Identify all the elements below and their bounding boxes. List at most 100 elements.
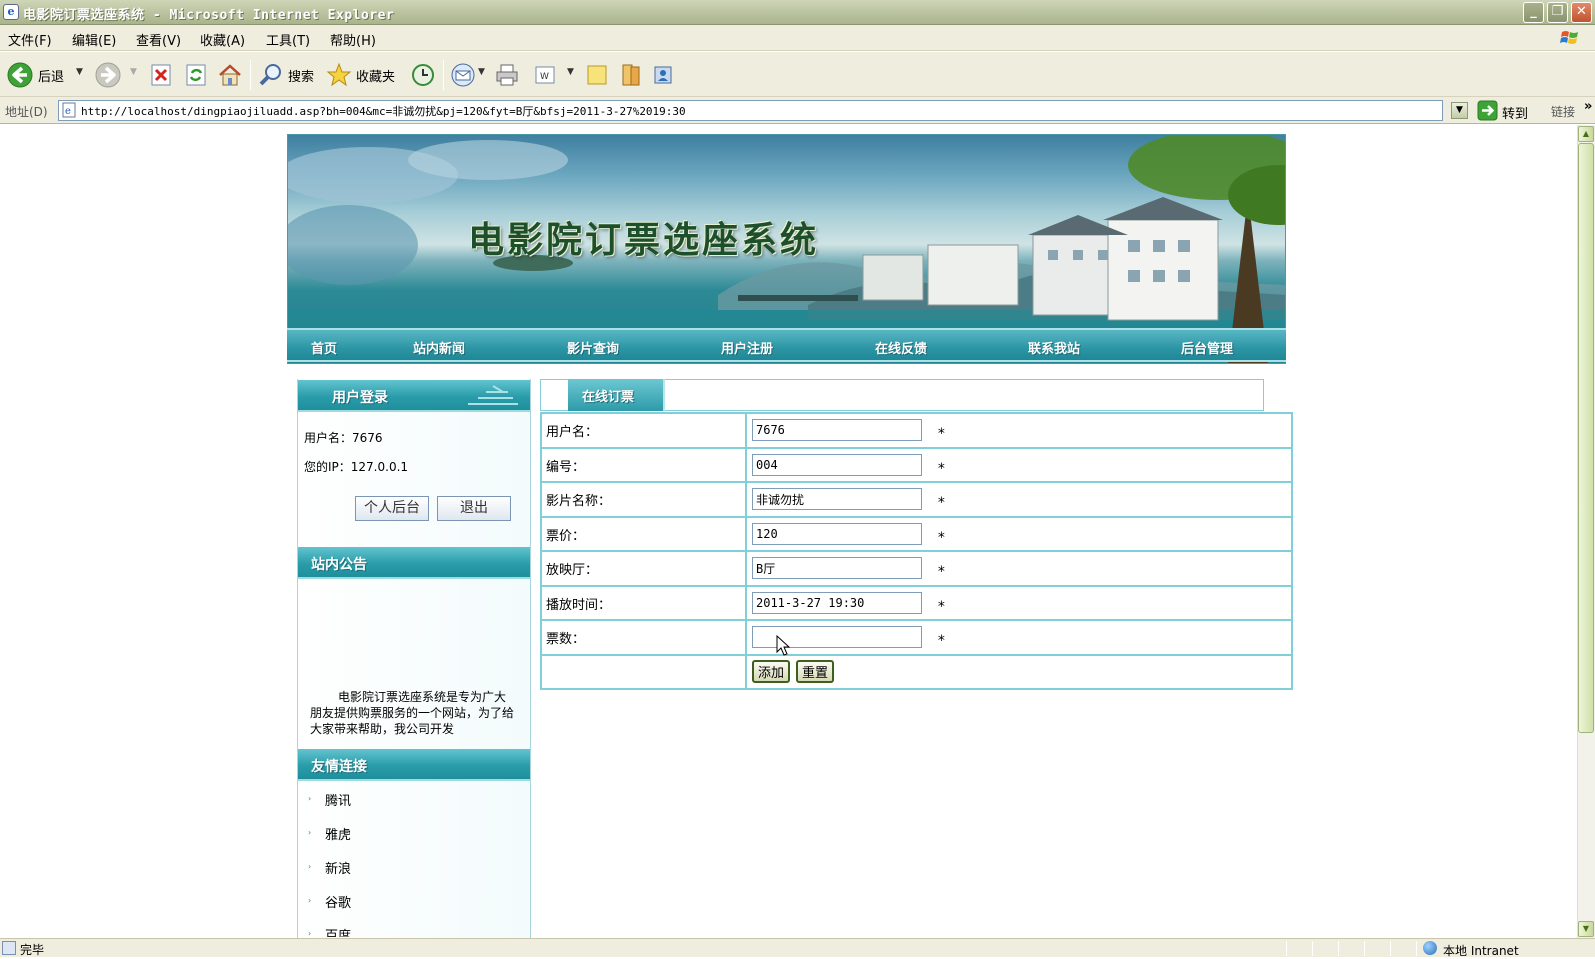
edit-icon[interactable]: W bbox=[532, 62, 558, 88]
links-label[interactable]: 链接 bbox=[1551, 103, 1575, 120]
ie-icon: e bbox=[3, 4, 19, 20]
menu-favorites[interactable]: 收藏(A) bbox=[200, 30, 245, 49]
login-username: 用户名：7676 bbox=[304, 431, 383, 445]
menu-file[interactable]: 文件(F) bbox=[8, 30, 52, 49]
forward-dropdown-icon[interactable]: ▼ bbox=[130, 67, 137, 77]
film-name-label: 影片名称： bbox=[540, 481, 747, 518]
favorites-label[interactable]: 收藏夹 bbox=[356, 66, 395, 85]
go-arrow-icon[interactable] bbox=[1477, 100, 1498, 121]
booking-form: 用户名： * 编号： * 影片名称： * 票价： * 放映厅： * 播 bbox=[540, 412, 1293, 690]
form-row: 票价： * bbox=[540, 515, 1293, 552]
nav-contact[interactable]: 联系我站 bbox=[1028, 338, 1080, 357]
scrollbar-thumb[interactable] bbox=[1578, 143, 1594, 733]
status-separator bbox=[1390, 941, 1391, 956]
minimize-button[interactable]: _ bbox=[1523, 2, 1544, 23]
friend-link-tencent[interactable]: 腾讯 bbox=[325, 790, 351, 809]
showtime-cell: * bbox=[745, 584, 1293, 621]
back-label[interactable]: 后退 bbox=[38, 66, 64, 85]
friend-link-google[interactable]: 谷歌 bbox=[325, 892, 351, 911]
friend-link-sina[interactable]: 新浪 bbox=[325, 858, 351, 877]
search-label[interactable]: 搜索 bbox=[288, 66, 314, 85]
actions-cell: 添加 重置 bbox=[745, 653, 1293, 690]
edit-dropdown-icon[interactable]: ▼ bbox=[567, 67, 574, 77]
address-url[interactable]: http://localhost/dingpiaojiluadd.asp?bh=… bbox=[81, 103, 1421, 119]
nav-home[interactable]: 首页 bbox=[311, 338, 337, 357]
price-input[interactable] bbox=[752, 522, 922, 545]
refresh-icon[interactable] bbox=[183, 62, 209, 88]
nav-admin[interactable]: 后台管理 bbox=[1181, 338, 1233, 357]
required-mark: * bbox=[937, 426, 945, 443]
login-box-title: 用户登录 bbox=[332, 390, 388, 406]
back-dropdown-icon[interactable]: ▼ bbox=[76, 67, 83, 77]
hall-input[interactable] bbox=[752, 557, 922, 580]
status-separator bbox=[1312, 941, 1313, 956]
go-button-label[interactable]: 转到 bbox=[1502, 103, 1528, 122]
scroll-down-icon[interactable]: ▼ bbox=[1578, 921, 1594, 937]
mail-icon[interactable] bbox=[450, 62, 476, 88]
toolbar: 后退 ▼ ▼ 搜索 收藏夹 ▼ W ▼ bbox=[0, 52, 1595, 97]
discuss-icon[interactable] bbox=[584, 62, 610, 88]
maximize-button[interactable]: ❐ bbox=[1547, 2, 1568, 23]
username-input[interactable] bbox=[752, 419, 922, 442]
form-row: 票数： * bbox=[540, 619, 1293, 656]
username-cell: * bbox=[745, 412, 1293, 449]
mouse-pointer-icon bbox=[776, 635, 790, 656]
showtime-label: 播放时间： bbox=[540, 584, 747, 621]
login-box-header: 用户登录 bbox=[298, 380, 530, 412]
hall-label: 放映厅： bbox=[540, 550, 747, 587]
home-icon[interactable] bbox=[217, 62, 243, 88]
mail-dropdown-icon[interactable]: ▼ bbox=[478, 67, 485, 77]
nav-feedback[interactable]: 在线反馈 bbox=[875, 338, 927, 357]
required-mark: * bbox=[937, 495, 945, 512]
link-bullet-icon: › bbox=[308, 794, 312, 803]
close-button[interactable]: ✕ bbox=[1571, 2, 1592, 23]
svg-text:W: W bbox=[540, 72, 549, 82]
menu-tools[interactable]: 工具(T) bbox=[266, 30, 310, 49]
personal-backend-button[interactable]: 个人后台 bbox=[355, 496, 429, 521]
form-row: 编号： * bbox=[540, 446, 1293, 483]
research-icon[interactable] bbox=[618, 62, 644, 88]
number-input[interactable] bbox=[752, 453, 922, 476]
history-icon[interactable] bbox=[410, 62, 436, 88]
svg-text:e: e bbox=[65, 106, 71, 117]
status-bar: 完毕 bbox=[0, 938, 1595, 957]
notice-title: 站内公告 bbox=[311, 557, 367, 573]
nav-register[interactable]: 用户注册 bbox=[721, 338, 773, 357]
tab-online-booking-label[interactable]: 在线订票 bbox=[582, 386, 634, 405]
form-row: 影片名称： * bbox=[540, 481, 1293, 518]
messenger-icon[interactable] bbox=[650, 62, 676, 88]
search-icon[interactable] bbox=[258, 62, 284, 88]
nav-film-search[interactable]: 影片查询 bbox=[567, 338, 619, 357]
link-bullet-icon: › bbox=[308, 828, 312, 837]
forward-arrow-icon[interactable] bbox=[95, 62, 121, 88]
security-zone-text: 本地 Intranet bbox=[1443, 944, 1519, 958]
nav-news[interactable]: 站内新闻 bbox=[413, 338, 465, 357]
reset-button[interactable]: 重置 bbox=[796, 660, 835, 684]
toolbar-separator bbox=[443, 60, 444, 90]
add-button[interactable]: 添加 bbox=[752, 660, 791, 684]
favorites-star-icon[interactable] bbox=[326, 62, 352, 88]
logout-button[interactable]: 退出 bbox=[437, 496, 511, 521]
status-separator bbox=[1364, 941, 1365, 956]
menu-bar: 文件(F) 编辑(E) 查看(V) 收藏(A) 工具(T) 帮助(H) bbox=[0, 25, 1595, 51]
status-separator bbox=[1416, 941, 1417, 956]
friend-link-yahoo[interactable]: 雅虎 bbox=[325, 824, 351, 843]
stop-icon[interactable] bbox=[148, 62, 174, 88]
menu-edit[interactable]: 编辑(E) bbox=[72, 30, 116, 49]
address-dropdown-icon[interactable]: ▼ bbox=[1451, 102, 1468, 119]
page-icon: e bbox=[62, 102, 76, 118]
status-separator bbox=[1286, 941, 1287, 956]
back-arrow-icon[interactable] bbox=[7, 62, 33, 88]
print-icon[interactable] bbox=[494, 62, 520, 88]
status-separator bbox=[1338, 941, 1339, 956]
film-name-input[interactable] bbox=[752, 488, 922, 511]
film-name-cell: * bbox=[745, 481, 1293, 518]
form-actions-row: 添加 重置 bbox=[540, 653, 1293, 690]
links-chevron-icon[interactable]: » bbox=[1584, 99, 1592, 114]
menu-view[interactable]: 查看(V) bbox=[136, 30, 181, 49]
friend-link-baidu[interactable]: 百度 bbox=[325, 925, 351, 937]
form-row: 放映厅： * bbox=[540, 550, 1293, 587]
showtime-input[interactable] bbox=[752, 591, 922, 614]
scroll-up-icon[interactable]: ▲ bbox=[1578, 126, 1594, 142]
menu-help[interactable]: 帮助(H) bbox=[330, 30, 376, 49]
